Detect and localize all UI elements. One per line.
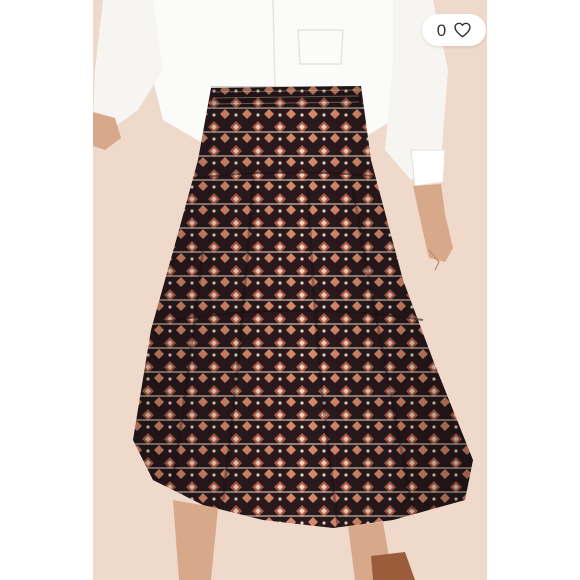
like-button[interactable]: 0: [422, 14, 486, 46]
heart-outline-icon: [454, 22, 471, 38]
listing-frame: 0: [0, 0, 580, 580]
like-count: 0: [436, 20, 447, 40]
product-photo: [93, 0, 487, 580]
